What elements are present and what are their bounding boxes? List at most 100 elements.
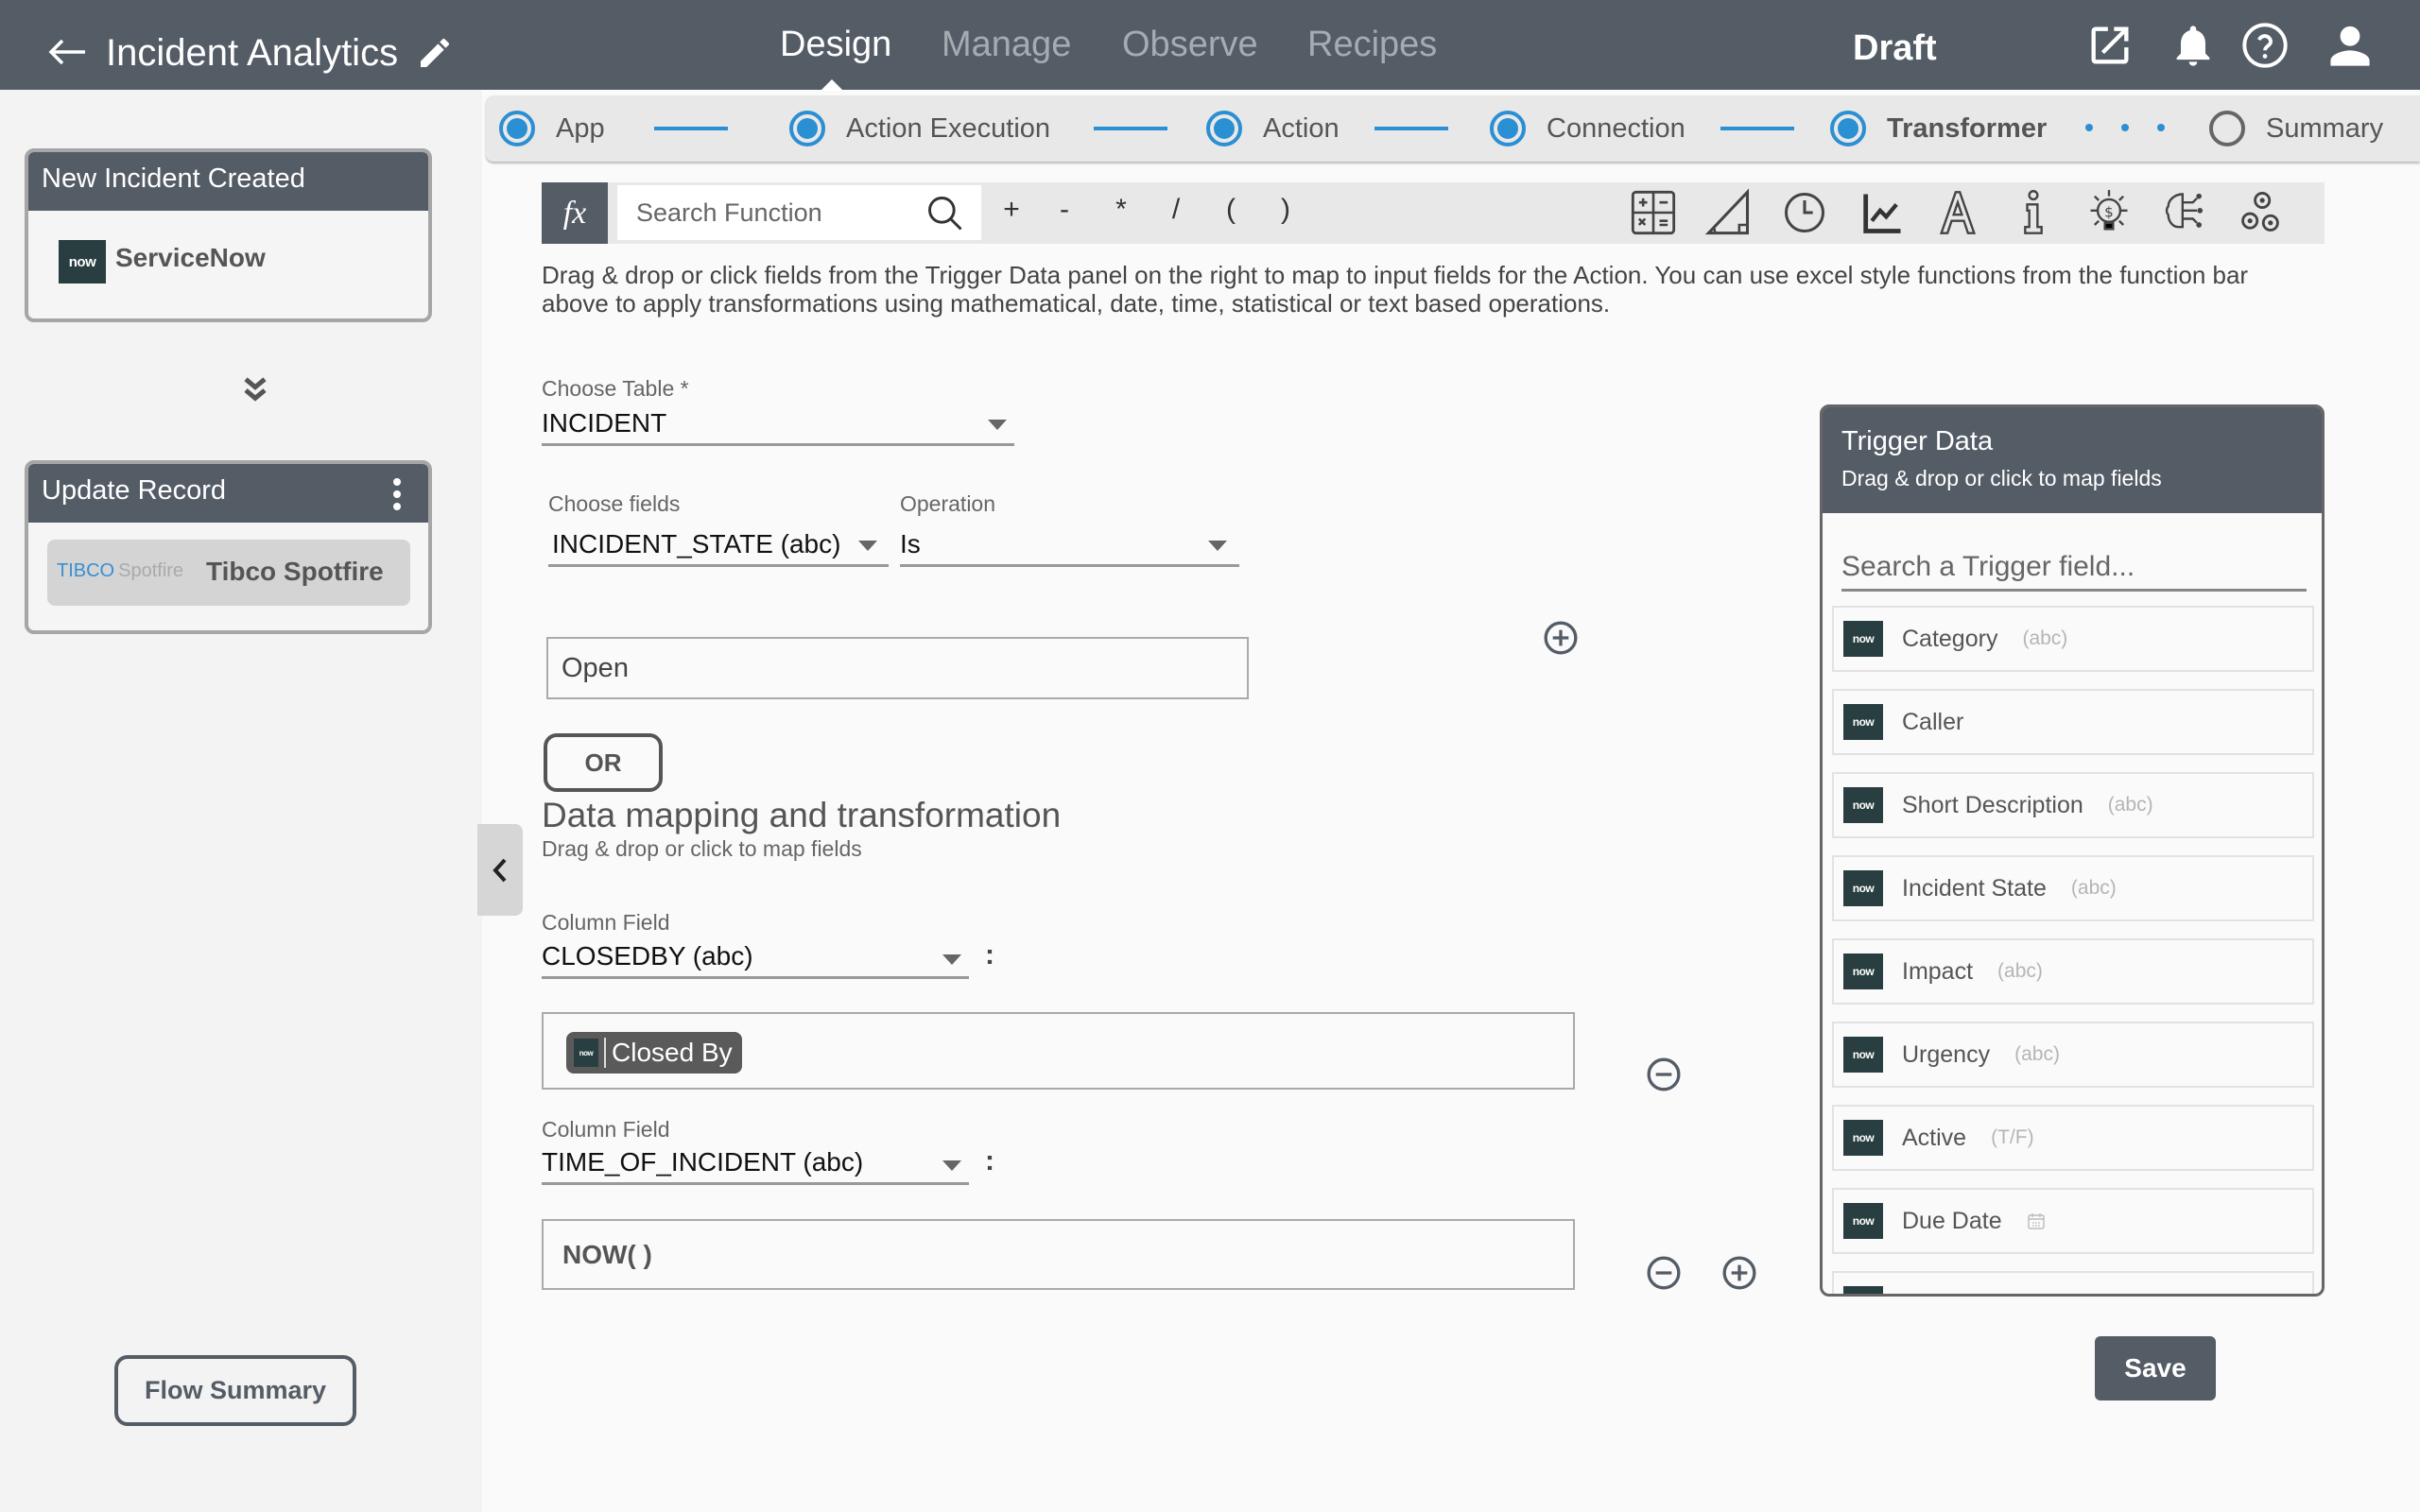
trigger-field-item[interactable]: now Impact (abc) (1832, 938, 2314, 1005)
operator-open-paren[interactable]: ( (1217, 194, 1245, 226)
action-card-title: Update Record (28, 464, 428, 523)
step-connector-dotted (2085, 124, 2165, 131)
servicenow-logo-icon: now (1843, 1037, 1883, 1073)
add-condition-plus-icon[interactable] (1542, 619, 1580, 657)
more-vertical-icon[interactable] (388, 477, 406, 511)
operator-minus[interactable]: - (1050, 194, 1079, 226)
finance-icon[interactable]: $ (2084, 188, 2134, 237)
trigger-field-name: Category (1902, 625, 1998, 652)
mapping-section-title: Data mapping and transformation (542, 796, 1062, 834)
trigonometry-icon[interactable] (1704, 188, 1754, 237)
trigger-field-item[interactable]: now Active (T/F) (1832, 1105, 2314, 1171)
tab-design[interactable]: Design (780, 25, 891, 65)
help-icon[interactable] (2240, 21, 2290, 70)
function-search (617, 185, 981, 240)
remove-mapping-minus-icon[interactable] (1645, 1254, 1683, 1292)
trigger-field-item[interactable]: now Category (abc) (1832, 606, 2314, 672)
remove-mapping-minus-icon[interactable] (1645, 1056, 1683, 1093)
trigger-field-item[interactable]: now Incident State (abc) (1832, 855, 2314, 921)
mapping-drop-zone[interactable]: NOW( ) (542, 1219, 1575, 1290)
operation-value: Is (900, 529, 921, 558)
mapped-field-chip[interactable]: now Closed By (566, 1032, 742, 1074)
operator-close-paren[interactable]: ) (1271, 194, 1300, 226)
status-badge: Draft (1853, 28, 1937, 68)
instructions-text: Drag & drop or click fields from the Tri… (542, 261, 2249, 318)
search-icon[interactable] (925, 193, 966, 234)
tibco-spotfire-logo-icon: TIBCO Spotfire (57, 560, 184, 581)
user-icon[interactable] (2325, 21, 2375, 70)
collapse-sidebar-button[interactable] (477, 824, 523, 916)
tab-manage[interactable]: Manage (942, 25, 1071, 65)
trigger-field-name: Impact (1902, 957, 1974, 985)
step-app[interactable]: App (499, 111, 605, 146)
step-connector (1094, 127, 1167, 130)
operator-multiply[interactable]: * (1107, 194, 1135, 226)
ai-brain-icon[interactable] (2160, 188, 2209, 237)
external-link-icon[interactable] (2085, 21, 2135, 70)
mapping-drop-zone[interactable]: now Closed By (542, 1012, 1575, 1090)
function-search-input[interactable] (617, 185, 920, 240)
step-summary[interactable]: Summary (2209, 111, 2383, 146)
action-card[interactable]: Update Record TIBCO Spotfire Tibco Spotfi… (25, 460, 432, 634)
step-action-execution[interactable]: Action Execution (789, 111, 1050, 146)
trigger-field-item[interactable]: now Due Date (1832, 1188, 2314, 1254)
trigger-field-name: Urgency (1902, 1040, 1991, 1068)
save-button[interactable]: Save (2095, 1336, 2216, 1400)
double-chevron-down-icon (244, 377, 267, 402)
step-action[interactable]: Action (1206, 111, 1340, 146)
flow-summary-button[interactable]: Flow Summary (114, 1355, 356, 1426)
trigger-field-name: Due Date (1902, 1207, 2002, 1234)
svg-text:$: $ (2104, 203, 2114, 220)
servicenow-logo-icon: now (1843, 1203, 1883, 1239)
chart-icon[interactable] (1858, 188, 1907, 237)
info-icon[interactable] (2009, 188, 2058, 237)
mapping-separator: : (985, 1145, 994, 1177)
clock-icon[interactable] (1780, 188, 1829, 237)
trigger-field-item[interactable]: now Caller (1832, 689, 2314, 755)
servicenow-logo-icon: now (1843, 787, 1883, 823)
text-icon[interactable] (1933, 188, 1982, 237)
tab-recipes[interactable]: Recipes (1307, 25, 1437, 65)
column-field-select[interactable]: TIME_OF_INCIDENT (abc) (542, 1147, 969, 1185)
step-complete-icon (1490, 111, 1526, 146)
servicenow-logo-icon: now (1843, 870, 1883, 906)
servicenow-logo-icon: now (1843, 954, 1883, 989)
dropdown-caret-icon (942, 954, 961, 965)
bell-icon[interactable] (2169, 21, 2218, 70)
choose-table-label: Choose Table * (542, 376, 689, 401)
step-complete-icon (1206, 111, 1242, 146)
trigger-field-list: now Category (abc) now Caller now Short Descri… (1832, 606, 2314, 1294)
operator-plus[interactable]: + (997, 194, 1026, 226)
step-connection[interactable]: Connection (1490, 111, 1685, 146)
back-arrow-icon[interactable] (47, 38, 87, 66)
trigger-field-item[interactable]: now Urgency (abc) (1832, 1022, 2314, 1088)
trigger-card-title: New Incident Created (28, 152, 428, 211)
math-icon[interactable] (1629, 188, 1678, 237)
servicenow-logo-icon: now (574, 1039, 598, 1067)
settings-gears-icon[interactable] (2236, 188, 2285, 237)
mapping-separator: : (985, 939, 994, 971)
pencil-icon[interactable] (416, 34, 454, 72)
trigger-card[interactable]: New Incident Created now ServiceNow (25, 148, 432, 322)
trigger-field-search-input[interactable] (1841, 544, 2307, 592)
function-bar: fx + - * / ( ) $ (542, 182, 2325, 244)
tab-observe[interactable]: Observe (1122, 25, 1258, 65)
condition-value-input[interactable] (548, 639, 1247, 697)
top-header: Incident Analytics Design Manage Observe… (0, 0, 2420, 91)
choose-table-select[interactable]: INCIDENT (542, 408, 1014, 446)
operator-divide[interactable]: / (1162, 194, 1190, 226)
servicenow-logo-icon: now (59, 240, 106, 284)
trigger-field-item[interactable]: now State (abc) (1832, 1271, 2314, 1294)
or-button[interactable]: OR (544, 733, 663, 792)
trigger-app-name: ServiceNow (115, 243, 266, 272)
column-field-select[interactable]: CLOSEDBY (abc) (542, 941, 969, 979)
operation-select[interactable]: Is (900, 529, 1239, 567)
wizard-stepper: App Action Execution Action Connection T… (486, 95, 2420, 162)
trigger-field-type: (T/F) (1991, 1126, 2034, 1148)
step-pending-icon (2209, 111, 2245, 146)
add-mapping-plus-icon[interactable] (1720, 1254, 1758, 1292)
trigger-field-item[interactable]: now Short Description (abc) (1832, 772, 2314, 838)
trigger-panel-subtitle: Drag & drop or click to map fields (1841, 466, 2162, 490)
choose-fields-select[interactable]: INCIDENT_STATE (abc) (548, 529, 889, 567)
step-transformer[interactable]: Transformer (1830, 111, 2047, 146)
